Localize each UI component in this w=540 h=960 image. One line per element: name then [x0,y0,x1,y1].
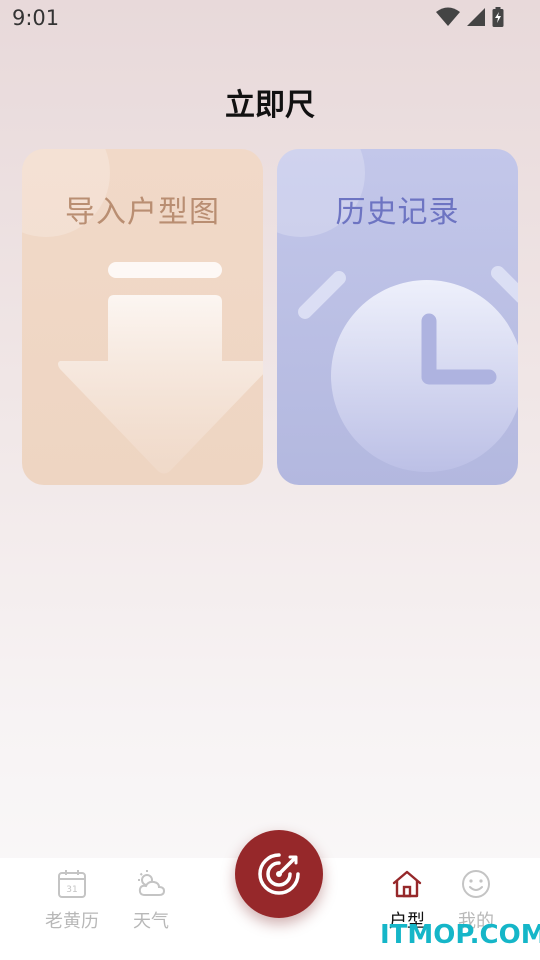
signal-icon [467,8,485,26]
svg-text:31: 31 [66,885,77,895]
tab-weather[interactable]: 天气 [111,858,191,960]
watermark-text: ITMOP.COM [380,920,540,950]
page-title: 立即尺 [225,88,315,123]
import-floorplan-card[interactable]: 导入户型图 [22,149,263,485]
status-bar: 9:01 [0,0,540,38]
battery-icon [492,7,504,27]
history-card[interactable]: 历史记录 [277,149,518,485]
status-icons [436,7,504,27]
weather-icon [138,870,166,896]
tab-weather-label: 天气 [133,911,169,932]
history-label: 历史记录 [335,195,460,230]
tab-almanac[interactable]: 31 老黄历 [32,858,112,960]
import-floorplan-label: 导入户型图 [65,195,220,230]
calendar-icon: 31 [58,870,86,898]
tab-almanac-label: 老黄历 [45,911,99,932]
target-icon [258,853,300,895]
wifi-icon [436,7,460,26]
measure-fab-button[interactable] [235,830,323,918]
house-icon [392,870,422,898]
smiley-icon [462,870,490,898]
status-time: 9:01 [12,6,60,30]
